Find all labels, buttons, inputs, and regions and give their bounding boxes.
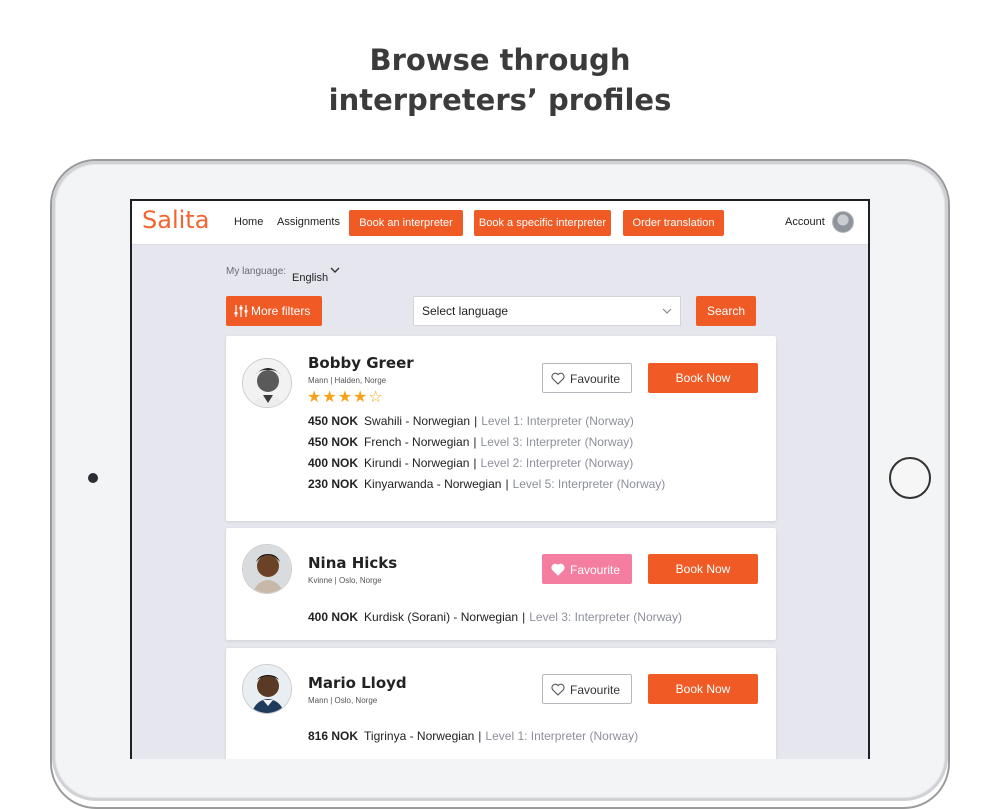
- interpreter-level: Level 2: Interpreter (Norway): [480, 456, 634, 470]
- heart-filled-icon: [551, 563, 565, 576]
- camera-icon: [88, 473, 98, 483]
- nav-link-assignments[interactable]: Assignments: [277, 216, 340, 228]
- book-interpreter-button[interactable]: Book an interpreter: [349, 210, 463, 236]
- star-filled-icon: ★: [322, 387, 338, 406]
- favourite-label: Favourite: [570, 372, 621, 386]
- interpreter-card: Mario Lloyd Mann | Oslo, Norge Favourite…: [226, 648, 776, 759]
- star-filled-icon: ★: [307, 387, 323, 406]
- logo[interactable]: Salita: [142, 206, 209, 234]
- book-now-button[interactable]: Book Now: [648, 554, 758, 584]
- rate-price: 400 NOK: [308, 610, 359, 624]
- rate-row: 816 NOK Tigrinya - Norwegian | Level 1: Int…: [308, 729, 638, 743]
- book-now-button[interactable]: Book Now: [648, 363, 758, 393]
- interpreter-level: Level 1: Interpreter (Norway): [485, 729, 639, 743]
- interpreter-level: Level 1: Interpreter (Norway): [481, 414, 634, 428]
- page-headline: Browse through interpreters’ profiles: [0, 40, 1000, 120]
- language-pair: Tigrinya - Norwegian: [364, 729, 475, 743]
- separator: |: [522, 610, 526, 624]
- separator: |: [473, 435, 477, 449]
- avatar: [242, 544, 292, 594]
- separator: |: [474, 414, 478, 428]
- rate-price: 450 NOK: [308, 414, 359, 428]
- interpreter-level: Level 5: Interpreter (Norway): [512, 477, 666, 491]
- account-link[interactable]: Account: [785, 216, 825, 228]
- rate-row: 400 NOK Kirundi - Norwegian | Level 2: Inte…: [308, 456, 633, 470]
- avatar: [242, 664, 292, 714]
- interpreter-level: Level 3: Interpreter (Norway): [480, 435, 634, 449]
- rate-price: 450 NOK: [308, 435, 359, 449]
- heart-outline-icon: [551, 372, 565, 385]
- favourite-button[interactable]: Favourite: [542, 674, 632, 704]
- app-screen: Salita Home Assignments Book an interpre…: [130, 199, 870, 759]
- interpreter-meta: Kvinne | Oslo, Norge: [308, 576, 382, 585]
- portrait-image: [243, 665, 291, 713]
- my-language-value[interactable]: English: [292, 272, 328, 284]
- interpreter-meta: Mann | Halden, Norge: [308, 376, 387, 385]
- book-specific-interpreter-button[interactable]: Book a specific interpreter: [474, 210, 611, 236]
- rate-row: 400 NOK Kurdisk (Sorani) - Norwegian | Leve…: [308, 610, 682, 624]
- language-pair: Swahili - Norwegian: [364, 414, 471, 428]
- separator: |: [478, 729, 482, 743]
- headline-line-2: interpreters’ profiles: [328, 83, 672, 117]
- star-filled-icon: ★: [353, 387, 369, 406]
- avatar: [242, 358, 292, 408]
- home-button[interactable]: [889, 457, 931, 499]
- interpreter-level: Level 3: Interpreter (Norway): [529, 610, 682, 624]
- headline-line-1: Browse through: [369, 43, 631, 77]
- rating-stars: ★★★★☆: [307, 389, 384, 405]
- search-button[interactable]: Search: [696, 296, 756, 326]
- language-pair: Kinyarwanda - Norwegian: [364, 477, 502, 491]
- separator: |: [505, 477, 509, 491]
- interpreter-card: Nina Hicks Kvinne | Oslo, Norge Favourit…: [226, 528, 776, 640]
- more-filters-button[interactable]: More filters: [226, 296, 322, 326]
- favourite-button[interactable]: Favourite: [542, 363, 632, 393]
- portrait-image: [243, 545, 291, 593]
- language-pair: Kirundi - Norwegian: [364, 456, 470, 470]
- language-select[interactable]: Select language: [413, 296, 681, 326]
- chevron-down-icon[interactable]: [330, 265, 340, 275]
- my-language-label: My language:: [226, 266, 287, 277]
- heart-outline-icon: [551, 683, 565, 696]
- interpreter-card: Bobby Greer Mann | Halden, Norge ★★★★☆ F…: [226, 336, 776, 521]
- separator: |: [473, 456, 477, 470]
- language-select-value: Select language: [422, 304, 509, 318]
- chevron-down-icon: [662, 308, 672, 314]
- interpreter-meta: Mann | Oslo, Norge: [308, 696, 378, 705]
- portrait-image: [243, 359, 291, 407]
- nav-link-home[interactable]: Home: [234, 216, 263, 228]
- rate-row: 450 NOK Swahili - Norwegian | Level 1: Inte…: [308, 414, 634, 428]
- favourite-label: Favourite: [570, 683, 621, 697]
- rate-price: 400 NOK: [308, 456, 359, 470]
- rate-price: 816 NOK: [308, 729, 359, 743]
- more-filters-label: More filters: [251, 304, 311, 318]
- filter-sliders-icon: [234, 305, 248, 317]
- rate-row: 450 NOK French - Norwegian | Level 3: Inter…: [308, 435, 633, 449]
- account-avatar[interactable]: [832, 211, 854, 233]
- language-pair: Kurdisk (Sorani) - Norwegian: [364, 610, 519, 624]
- favourite-button[interactable]: Favourite: [542, 554, 632, 584]
- star-filled-icon: ★: [337, 387, 354, 406]
- interpreter-name[interactable]: Nina Hicks: [308, 554, 397, 572]
- rate-row: 230 NOK Kinyarwanda - Norwegian | Level 5: …: [308, 477, 665, 491]
- language-pair: French - Norwegian: [364, 435, 470, 449]
- navbar: Salita Home Assignments Book an interpre…: [132, 201, 868, 245]
- interpreter-name[interactable]: Mario Lloyd: [308, 674, 407, 692]
- rate-price: 230 NOK: [308, 477, 359, 491]
- star-empty-icon: ☆: [368, 387, 384, 406]
- order-translation-button[interactable]: Order translation: [623, 210, 724, 236]
- favourite-label: Favourite: [570, 563, 621, 577]
- book-now-button[interactable]: Book Now: [648, 674, 758, 704]
- interpreter-name[interactable]: Bobby Greer: [308, 354, 414, 372]
